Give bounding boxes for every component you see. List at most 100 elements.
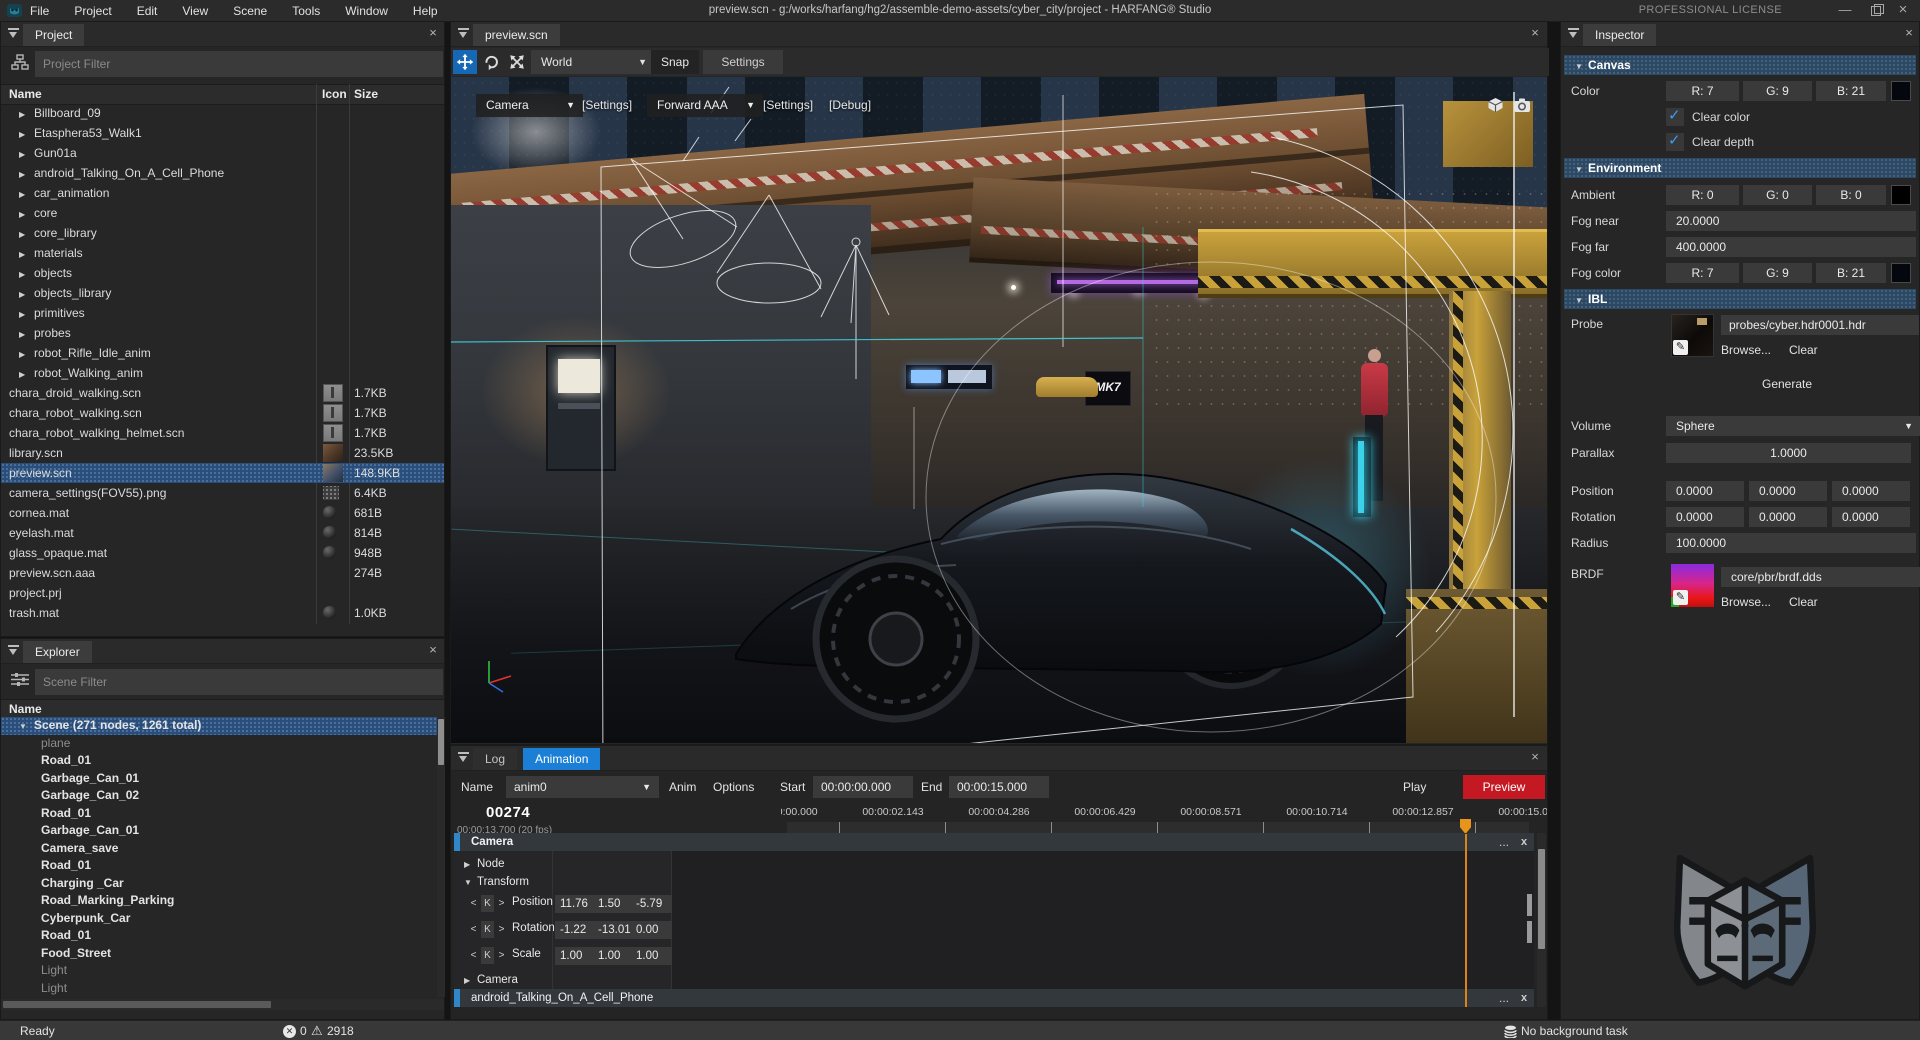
project-file-row[interactable]: camera_settings(FOV55).png 6.4KB (1, 483, 444, 503)
viewport-settings-button[interactable]: Settings (703, 50, 783, 74)
track-more-button[interactable]: ... (1499, 833, 1509, 851)
key-next-button[interactable]: > (495, 947, 508, 964)
scene-node-row[interactable]: Road_Marking_Parking (1, 892, 437, 910)
ambient-g-field[interactable]: G: 0 (1743, 185, 1812, 205)
key-next-button[interactable]: > (495, 895, 508, 912)
key-set-button[interactable]: K (481, 921, 494, 938)
scene-node-row[interactable]: Charging _Car (1, 875, 437, 893)
cube-icon[interactable] (1487, 97, 1504, 113)
folder-expand-icon[interactable]: ▶ (19, 283, 32, 305)
parallax-field[interactable]: 1.0000 (1666, 443, 1911, 463)
play-button[interactable]: Play (1403, 776, 1426, 798)
section-canvas[interactable]: ▼Canvas (1564, 55, 1916, 75)
scene-node-row[interactable]: plane (1, 735, 437, 753)
explorer-close-icon[interactable]: × (425, 642, 441, 658)
probe-browse-button[interactable]: Browse... (1721, 342, 1771, 358)
camera-select[interactable]: Camera ▼ (476, 94, 583, 117)
maximize-button[interactable] (1860, 0, 1890, 21)
end-time-field[interactable]: 00:00:15.000 (949, 776, 1049, 798)
folder-expand-icon[interactable]: ▶ (19, 323, 32, 345)
tab-animation[interactable]: Animation (523, 748, 600, 770)
key-prev-button[interactable]: < (467, 921, 480, 938)
section-ibl[interactable]: ▼IBL (1564, 289, 1916, 309)
menu-item[interactable]: Help (413, 4, 438, 18)
track-header-android[interactable]: android_Talking_On_A_Cell_Phone ... x (454, 989, 1534, 1007)
project-folder-row[interactable]: ▶ Gun01a (1, 143, 444, 163)
probe-thumbnail[interactable]: ✎ (1671, 314, 1714, 357)
rotation-x-field[interactable]: 0.0000 (1666, 507, 1744, 527)
channel-x-field[interactable]: 1.00 (555, 947, 596, 965)
project-filter-input[interactable] (35, 51, 443, 77)
tab-inspector[interactable]: Inspector (1583, 24, 1656, 46)
track-camera-sub-row[interactable]: ▶Camera (464, 970, 518, 988)
project-folder-row[interactable]: ▶ probes (1, 323, 444, 343)
folder-expand-icon[interactable]: ▶ (19, 203, 32, 225)
project-file-row[interactable]: preview.scn.aaa 274B (1, 563, 444, 583)
tab-project[interactable]: Project (23, 24, 84, 46)
clear-color-checkbox[interactable] (1666, 108, 1684, 126)
viewport-close-icon[interactable]: × (1527, 25, 1543, 41)
track-node-row[interactable]: ▶Node (464, 854, 505, 872)
track-transform-row[interactable]: ▼Transform (464, 872, 529, 890)
folder-expand-icon[interactable]: ▶ (19, 343, 32, 365)
scene-node-row[interactable]: Garbage_Can_01 (1, 770, 437, 788)
move-tool-button[interactable] (453, 50, 477, 74)
scene-node-row[interactable]: Road_01 (1, 752, 437, 770)
project-file-row[interactable]: cornea.mat 681B (1, 503, 444, 523)
track-header-camera[interactable]: Camera ... x (454, 833, 1534, 851)
brdf-file-field[interactable]: core/pbr/brdf.dds (1721, 567, 1920, 587)
menu-item[interactable]: Tools (292, 4, 320, 18)
project-folder-row[interactable]: ▶ objects (1, 263, 444, 283)
key-prev-button[interactable]: < (467, 895, 480, 912)
folder-expand-icon[interactable]: ▶ (19, 223, 32, 245)
menu-item[interactable]: Window (345, 4, 388, 18)
panel-collapse-icon[interactable] (458, 752, 469, 763)
menu-item[interactable]: Project (74, 4, 111, 18)
tab-preview-scn[interactable]: preview.scn (473, 24, 560, 46)
panel-collapse-icon[interactable] (1568, 28, 1579, 39)
key-prev-button[interactable]: < (467, 947, 480, 964)
probe-clear-button[interactable]: Clear (1789, 342, 1818, 358)
track-close-button[interactable]: x (1521, 989, 1527, 1007)
folder-expand-icon[interactable]: ▶ (19, 163, 32, 185)
column-icon[interactable]: Icon (322, 85, 347, 104)
probe-file-field[interactable]: probes/cyber.hdr0001.hdr (1721, 315, 1919, 335)
explorer-horizontal-scrollbar[interactable] (1, 999, 444, 1010)
anim-name-select[interactable]: anim0 ▼ (506, 776, 659, 798)
channel-z-field[interactable]: 1.00 (631, 947, 672, 965)
channel-z-field[interactable]: -5.79 (631, 895, 672, 913)
menu-item[interactable]: Edit (137, 4, 158, 18)
channel-x-field[interactable]: 11.76 (555, 895, 596, 913)
project-file-row[interactable]: chara_robot_walking_helmet.scn 1.7KB (1, 423, 444, 443)
fog-near-field[interactable]: 20.0000 (1666, 211, 1916, 231)
rotation-y-field[interactable]: 0.0000 (1749, 507, 1827, 527)
folder-expand-icon[interactable]: ▶ (19, 183, 32, 205)
brdf-browse-button[interactable]: Browse... (1721, 594, 1771, 610)
scene-node-row[interactable]: Road_01 (1, 927, 437, 945)
menu-item[interactable]: Scene (233, 4, 267, 18)
camera-settings-button[interactable]: [Settings] (582, 94, 632, 117)
options-button[interactable]: Options (713, 776, 754, 798)
ambient-b-field[interactable]: B: 0 (1816, 185, 1886, 205)
warning-count[interactable]: 2918 (327, 1021, 354, 1040)
project-folder-row[interactable]: ▶ car_animation (1, 183, 444, 203)
position-y-field[interactable]: 0.0000 (1749, 481, 1827, 501)
scene-node-row[interactable]: Light (1, 962, 437, 980)
key-set-button[interactable]: K (481, 895, 494, 912)
tab-log[interactable]: Log (473, 748, 517, 770)
pipeline-settings-button[interactable]: [Settings] (763, 94, 813, 117)
warning-icon[interactable]: ⚠ (311, 1021, 323, 1040)
channel-y-field[interactable]: 1.00 (593, 947, 634, 965)
scene-node-row[interactable]: Food_Street (1, 945, 437, 963)
minimize-button[interactable]: — (1830, 0, 1860, 21)
project-file-row[interactable]: library.scn 23.5KB (1, 443, 444, 463)
preview-button[interactable]: Preview (1463, 775, 1545, 799)
column-name[interactable]: Name (9, 700, 42, 718)
folder-expand-icon[interactable]: ▶ (19, 363, 32, 385)
project-file-row[interactable]: chara_droid_walking.scn 1.7KB (1, 383, 444, 403)
project-folder-row[interactable]: ▶ core_library (1, 223, 444, 243)
scale-tool-button[interactable] (505, 50, 529, 74)
column-size[interactable]: Size (354, 85, 378, 104)
project-folder-row[interactable]: ▶ materials (1, 243, 444, 263)
scene-node-row[interactable]: Garbage_Can_02 (1, 787, 437, 805)
